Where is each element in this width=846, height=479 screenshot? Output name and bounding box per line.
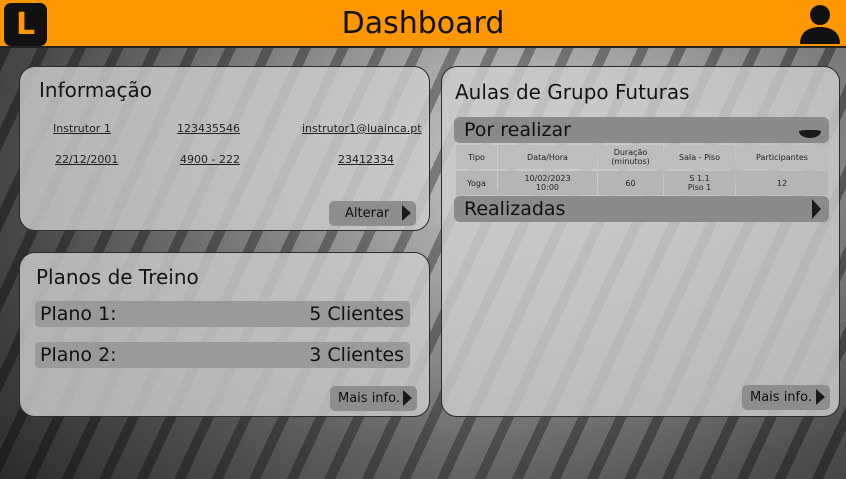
triangle-right-icon	[812, 199, 821, 219]
class-date: 10/02/2023	[524, 174, 571, 183]
instructor-name[interactable]: Instrutor 1	[53, 122, 111, 135]
training-plans-panel: Planos de Treino Plano 1: 5 Clientes Pla…	[19, 252, 430, 417]
edit-info-label: Alterar	[345, 206, 390, 221]
table-header-row: Tipo Data/Hora Duração (minutos) Sala - …	[456, 145, 829, 169]
class-duration: 60	[598, 171, 663, 195]
instructor-birthdate[interactable]: 22/12/2001	[55, 153, 118, 166]
instructor-phone[interactable]: 23412334	[338, 153, 394, 166]
instructor-email[interactable]: instrutor1@luainca.pt	[302, 122, 422, 135]
page-title: Dashboard	[341, 6, 505, 41]
plans-more-info-label: Mais info.	[338, 391, 400, 406]
plan-name: Plano 1:	[40, 303, 117, 325]
chevron-down-icon	[799, 130, 821, 138]
class-room: S 1.1	[689, 174, 710, 183]
group-classes-panel: Aulas de Grupo Futuras Por realizar Tipo…	[441, 66, 840, 417]
class-participants: 12	[736, 171, 828, 195]
group-classes-title: Aulas de Grupo Futuras	[455, 80, 690, 104]
triangle-right-icon	[403, 390, 412, 406]
classes-more-info-label: Mais info.	[750, 390, 812, 405]
class-room-floor: S 1.1 Piso 1	[664, 171, 735, 195]
user-icon[interactable]	[798, 3, 842, 45]
training-plans-title: Planos de Treino	[36, 265, 199, 289]
plan-row[interactable]: Plano 1: 5 Clientes	[35, 301, 410, 327]
completed-classes-toggle[interactable]: Realizadas	[454, 196, 829, 222]
column-header: Sala - Piso	[664, 145, 735, 169]
class-datetime: 10/02/2023 10:00	[498, 171, 597, 195]
pending-classes-toggle[interactable]: Por realizar	[454, 117, 829, 143]
class-time: 10:00	[535, 183, 560, 192]
triangle-right-icon	[816, 389, 825, 405]
plan-client-count: 5 Clientes	[309, 303, 404, 325]
classes-more-info-button[interactable]: Mais info.	[742, 385, 830, 410]
completed-classes-label: Realizadas	[464, 198, 566, 220]
instructor-postal-code[interactable]: 4900 - 222	[180, 153, 240, 166]
info-panel: Informação Instrutor 1 123435546 instrut…	[19, 66, 430, 231]
instructor-id[interactable]: 123435546	[177, 122, 240, 135]
info-title: Informação	[39, 78, 152, 102]
column-header: Data/Hora	[498, 145, 597, 169]
class-floor: Piso 1	[687, 183, 712, 192]
column-header: Duração (minutos)	[598, 145, 663, 169]
logo-icon[interactable]: L	[4, 3, 47, 46]
edit-info-button[interactable]: Alterar	[329, 201, 416, 226]
plans-more-info-button[interactable]: Mais info.	[330, 386, 417, 411]
column-header: Tipo	[456, 145, 497, 169]
column-header: Participantes	[736, 145, 828, 169]
top-header: Dashboard L	[0, 0, 846, 48]
pending-classes-label: Por realizar	[464, 119, 571, 141]
plan-name: Plano 2:	[40, 344, 117, 366]
triangle-right-icon	[402, 205, 411, 221]
table-row[interactable]: Yoga 10/02/2023 10:00 60 S 1.1 Piso 1 12	[456, 171, 829, 195]
plan-client-count: 3 Clientes	[309, 344, 404, 366]
class-type: Yoga	[456, 171, 497, 195]
plan-row[interactable]: Plano 2: 3 Clientes	[35, 342, 410, 368]
